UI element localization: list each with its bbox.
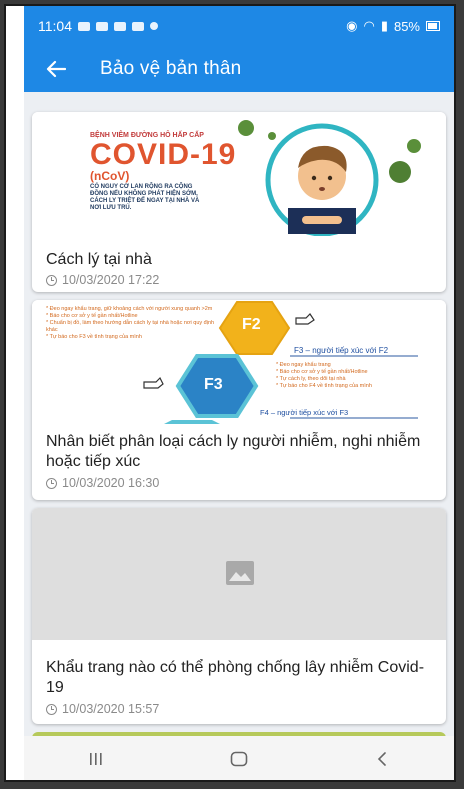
article-date-text: 10/03/2020 17:22 <box>62 273 160 287</box>
back-nav-button[interactable] <box>360 744 404 774</box>
app-screen: 11:04 ◉ ◠ ▮ 85% Bảo vệ bản thân BỆNH VIÊ… <box>24 6 454 780</box>
recent-apps-icon <box>89 753 102 765</box>
page-title: Bảo vệ bản thân <box>100 58 242 79</box>
notification-icon <box>114 21 126 31</box>
article-title: Nhân biết phân loại cách ly người nhiễm,… <box>46 433 421 470</box>
home-icon <box>230 751 248 767</box>
article-image: BỆNH VIÊM ĐƯỜNG HÔ HẤP CẤP COVID-19 (nCo… <box>32 112 446 236</box>
battery-level: 85% <box>393 18 420 34</box>
image-placeholder-icon <box>226 561 254 585</box>
article-title: Khẩu trang nào có thể phòng chống lây nh… <box>46 659 425 696</box>
image-subline-text: (nCoV) <box>90 169 130 183</box>
f3-caption: F3 – người tiếp xúc với F2 <box>294 346 389 355</box>
arrow-left-icon <box>46 60 66 78</box>
article-date: 10/03/2020 16:30 <box>46 476 159 490</box>
article-date: 10/03/2020 15:57 <box>46 702 159 716</box>
f4-caption: F4 – người tiếp xúc với F3 <box>260 408 349 417</box>
signal-icon: ▮ <box>380 18 388 33</box>
boy-illustration <box>238 120 421 236</box>
clock-icon <box>46 703 57 715</box>
f3-note-line: * Tự cách ly, theo dõi tại nhà <box>276 376 346 382</box>
article-card[interactable]: BỆNH VIÊM ĐƯỜNG HÔ HẤP CẤP COVID-19 (nCo… <box>32 112 446 292</box>
image-note-text: CÓ NGUY CƠ LAN RỘNG RA CỘNG ĐỒNG NẾU KHÔ… <box>90 184 200 211</box>
mute-icon: ◉ <box>346 18 358 33</box>
clock-icon <box>46 274 57 286</box>
f3-label: F3 <box>204 376 223 393</box>
article-image: * Đeo ngay khẩu trang, giữ khoảng cách v… <box>32 300 446 424</box>
notification-icon <box>96 21 108 31</box>
f2-label: F2 <box>242 316 261 333</box>
system-nav-bar <box>24 736 454 780</box>
article-title: Cách lý tại nhà <box>46 251 152 268</box>
article-image-placeholder <box>32 508 446 640</box>
article-date: 10/03/2020 17:22 <box>46 273 159 287</box>
article-card[interactable]: Khẩu trang nào có thể phòng chống lây nh… <box>32 508 446 724</box>
battery-icon <box>426 21 440 31</box>
article-date-text: 10/03/2020 16:30 <box>62 476 160 490</box>
image-headline-text: COVID-19 <box>90 138 237 171</box>
recent-apps-button[interactable] <box>74 744 118 774</box>
f3-note-line: * Tự báo cho F4 về tình trạng của mình <box>276 383 372 389</box>
status-time: 11:04 <box>38 18 72 34</box>
status-bar: 11:04 ◉ ◠ ▮ 85% <box>24 6 454 46</box>
wifi-icon: ◠ <box>363 18 375 33</box>
home-button[interactable] <box>217 744 261 774</box>
app-bar: Bảo vệ bản thân <box>24 46 454 92</box>
chevron-left-icon <box>378 752 387 766</box>
message-icon <box>78 21 90 31</box>
article-date-text: 10/03/2020 15:57 <box>62 702 160 716</box>
notification-icon <box>132 21 144 31</box>
f3-note-line: * Đeo ngay khẩu trang <box>276 362 331 368</box>
notification-dot-icon <box>150 22 158 30</box>
clock-icon <box>46 477 57 489</box>
device-frame: 11:04 ◉ ◠ ▮ 85% Bảo vệ bản thân BỆNH VIÊ… <box>4 4 456 782</box>
f3-notes: * Đeo ngay khẩu trang * Báo cho cơ sở y … <box>276 362 436 390</box>
back-button[interactable] <box>42 55 70 83</box>
f3-note-line: * Báo cho cơ sở y tế gần nhất/Hotline <box>276 369 368 375</box>
article-card[interactable]: * Đeo ngay khẩu trang, giữ khoảng cách v… <box>32 300 446 500</box>
